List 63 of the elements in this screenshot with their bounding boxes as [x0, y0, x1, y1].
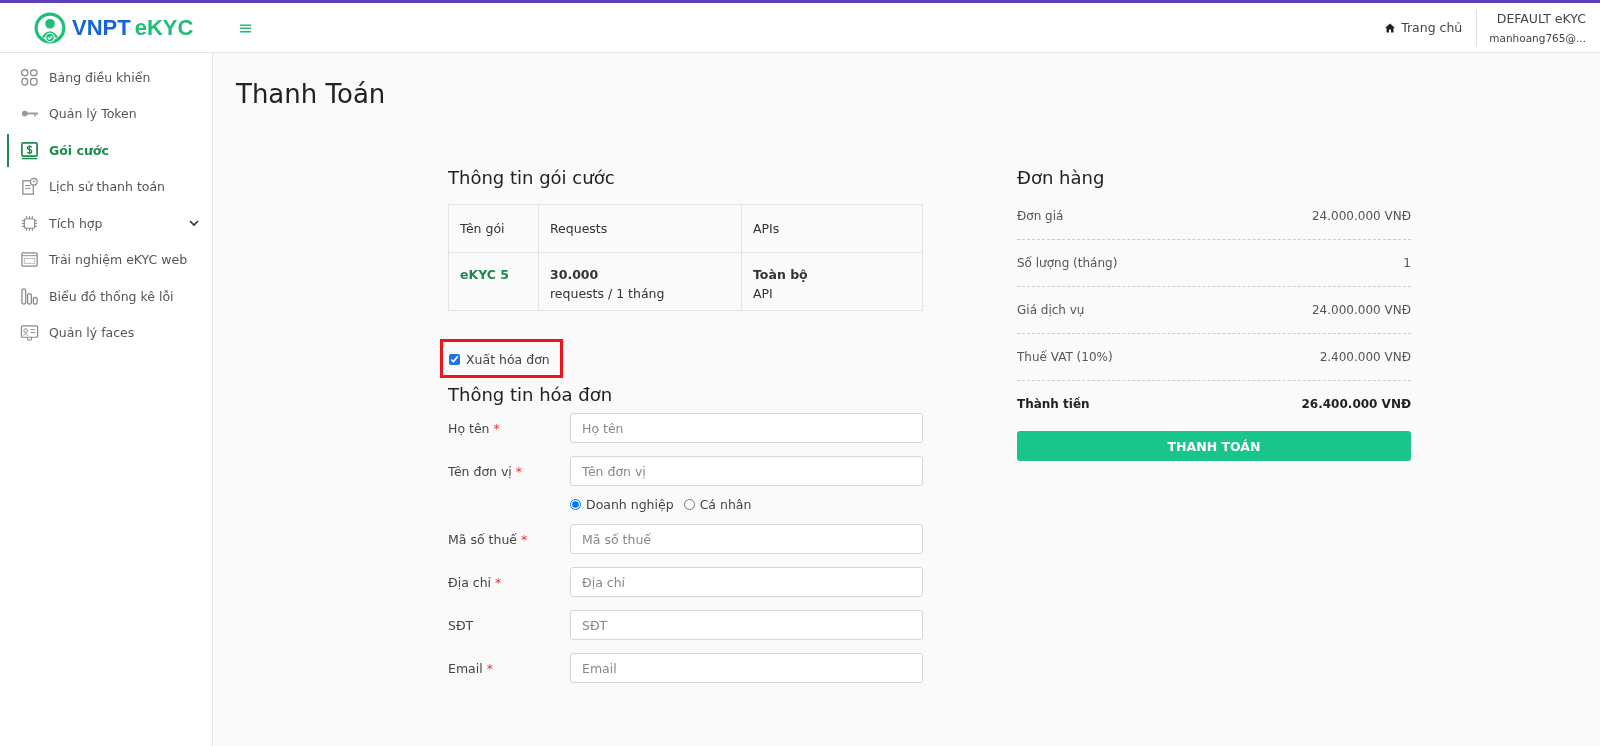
- column-header: Requests: [538, 204, 742, 253]
- input-field[interactable]: SĐT: [570, 610, 923, 640]
- order-label: Giá dịch vụ: [1017, 303, 1085, 317]
- order-value: 1: [1403, 256, 1411, 270]
- logo-brand: VNPT: [72, 14, 131, 41]
- radio-button[interactable]: [570, 499, 581, 510]
- section-title: Đơn hàng: [1017, 167, 1106, 188]
- home-link[interactable]: Trang chủ: [1385, 20, 1477, 35]
- input-field[interactable]: Mã số thuế: [570, 524, 923, 554]
- column-header: APIs: [741, 204, 923, 253]
- radio-label: Doanh nghiệp: [586, 497, 674, 512]
- id-card-icon: [20, 323, 39, 343]
- logo-person-icon: [34, 11, 66, 44]
- column-header: Tên gói: [448, 204, 539, 253]
- sidebar-item[interactable]: Gói cước: [0, 132, 212, 169]
- input-field[interactable]: Tên đơn vị: [570, 456, 923, 486]
- radio-button[interactable]: [683, 499, 695, 510]
- field-label: Tên đơn vị *: [448, 463, 524, 479]
- package-name-cell: eKYC 5: [448, 252, 539, 311]
- radio-option[interactable]: Cá nhân: [683, 497, 752, 512]
- field-label: Địa chỉ *: [448, 574, 503, 590]
- input-field[interactable]: Email: [570, 653, 923, 683]
- dollar-icon: [20, 140, 39, 160]
- field-label: SĐT: [448, 617, 475, 633]
- document-clock-icon: [20, 177, 39, 197]
- home-icon: [1385, 22, 1396, 33]
- account-name[interactable]: DEFAULT eKYC: [1489, 11, 1586, 26]
- checkbox-label: Xuất hóa đơn: [466, 352, 550, 367]
- invoice-checkbox[interactable]: Xuất hóa đơn: [449, 352, 550, 367]
- sdk-window-icon: [20, 250, 39, 270]
- order-label: Số lượng (tháng): [1017, 256, 1118, 270]
- page-title: Thanh Toán: [236, 79, 387, 109]
- apis-cell: Toàn bộ API: [741, 252, 923, 311]
- account-email: manhoang765@...: [1489, 32, 1586, 44]
- sidebar-item[interactable]: Quản lý Token: [0, 95, 212, 132]
- sidebar-item[interactable]: Quản lý faces: [0, 314, 212, 351]
- sidebar-item[interactable]: Lịch sử thanh toán: [0, 168, 212, 205]
- radio-option[interactable]: Doanh nghiệp: [570, 497, 674, 512]
- sidebar-item[interactable]: Biểu đồ thống kê lỗi: [0, 278, 212, 315]
- order-value: 26.400.000 VNĐ: [1301, 397, 1411, 411]
- order-label: Đơn giá: [1017, 209, 1064, 223]
- input-field[interactable]: Địa chỉ: [570, 567, 923, 597]
- radio-label: Cá nhân: [699, 497, 752, 512]
- sidebar-item[interactable]: Trải nghiệm eKYC web: [0, 241, 212, 278]
- bar-chart-icon: [20, 286, 39, 306]
- sidebar-item[interactable]: Tích hợp: [0, 205, 212, 242]
- field-label: Họ tên *: [448, 420, 501, 436]
- order-label: Thành tiền: [1017, 397, 1090, 411]
- api-chip-icon: [20, 213, 39, 233]
- order-value: 2.400.000 VNĐ: [1319, 350, 1411, 364]
- section-title: Thông tin gói cước: [448, 167, 616, 188]
- order-value: 24.000.000 VNĐ: [1312, 209, 1411, 223]
- checkbox[interactable]: [449, 354, 460, 365]
- field-label: Email *: [448, 660, 494, 676]
- section-title: Thông tin hóa đơn: [448, 384, 614, 405]
- field-label: Mã số thuế *: [448, 531, 529, 547]
- sidebar-item[interactable]: Bảng điều khiển: [0, 59, 212, 96]
- logo-product: eKYC: [134, 14, 194, 41]
- input-field[interactable]: Họ tên: [570, 413, 923, 443]
- order-label: Thuế VAT (10%): [1017, 350, 1113, 364]
- requests-cell: 30.000 requests / 1 tháng: [538, 252, 742, 311]
- order-value: 24.000.000 VNĐ: [1312, 303, 1411, 317]
- grid-icon: [20, 67, 39, 87]
